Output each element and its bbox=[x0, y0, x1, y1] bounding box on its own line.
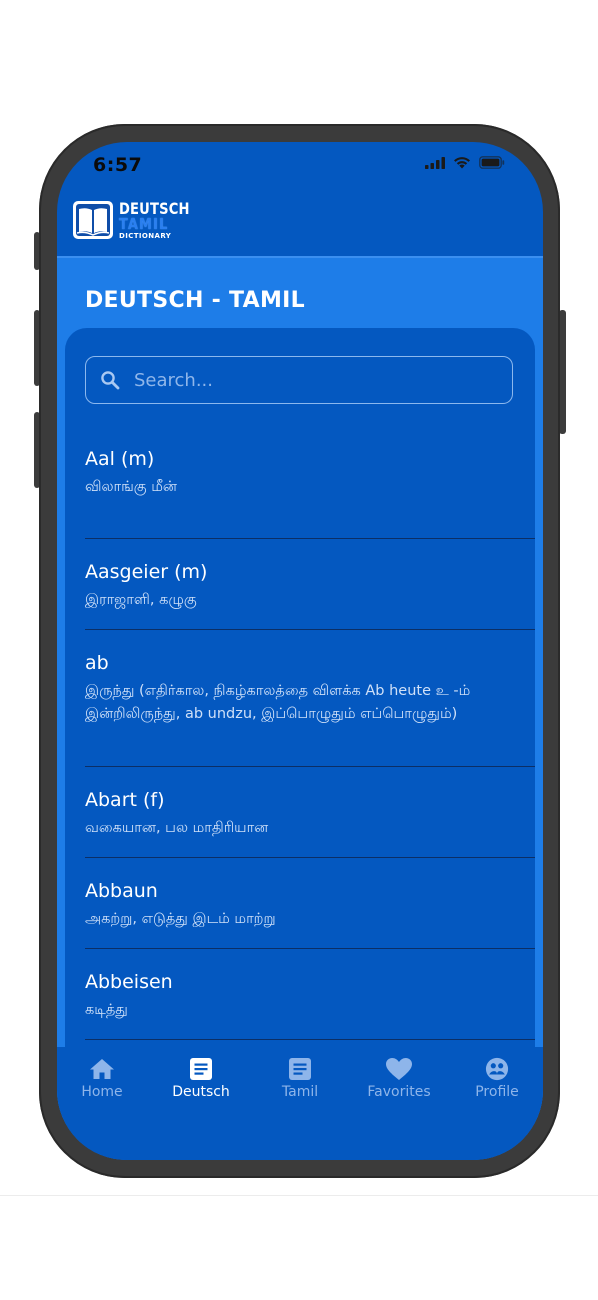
nav-profile[interactable]: Profile bbox=[452, 1057, 542, 1100]
page-background-bottom bbox=[0, 1195, 598, 1300]
search-input[interactable] bbox=[132, 368, 496, 392]
list-item[interactable]: Abbeisen கடித்து bbox=[85, 949, 535, 1040]
entry-word: Abbeisen bbox=[85, 971, 173, 993]
book-icon bbox=[73, 201, 113, 239]
nav-tamil[interactable]: Tamil bbox=[255, 1057, 345, 1100]
search-box[interactable] bbox=[85, 356, 513, 404]
page-title: DEUTSCH - TAMIL bbox=[85, 288, 305, 313]
power-button bbox=[559, 310, 566, 434]
nav-deutsch[interactable]: Deutsch bbox=[156, 1057, 246, 1100]
entry-word: Aasgeier (m) bbox=[85, 561, 208, 583]
entry-meaning: இருந்து (எதிர்கால, நிகழ்காலத்தை விளக்க A… bbox=[85, 683, 471, 722]
nav-home-label: Home bbox=[81, 1084, 123, 1100]
list-item[interactable]: Abart (f) வகையான, பல மாதிரியான bbox=[85, 767, 535, 858]
nav-profile-label: Profile bbox=[475, 1084, 519, 1100]
logo-text-tamil: TAMIL bbox=[119, 214, 169, 233]
page-divider bbox=[0, 1195, 598, 1196]
status-icons bbox=[425, 156, 505, 169]
logo-text-dictionary: DICTIONARY bbox=[119, 231, 172, 240]
entry-word: Aal (m) bbox=[85, 448, 155, 470]
battery-icon bbox=[479, 156, 505, 169]
cellular-signal-icon bbox=[425, 156, 445, 169]
entry-word: Abart (f) bbox=[85, 789, 165, 811]
list-item[interactable]: Abbaun அகற்று, எடுத்து இடம் மாற்று bbox=[85, 858, 535, 949]
list-item[interactable]: ab இருந்து (எதிர்கால, நிகழ்காலத்தை விளக்… bbox=[85, 630, 535, 767]
word-list: Aal (m) விலாங்கு மீன் Aasgeier (m) இராஜா… bbox=[85, 448, 535, 1040]
document-icon bbox=[289, 1058, 311, 1080]
dictionary-panel: Aal (m) விலாங்கு மீன் Aasgeier (m) இராஜா… bbox=[65, 328, 535, 1160]
heart-icon bbox=[386, 1058, 412, 1080]
phone-screen: 6:57 DEUTSCH TAMIL DICTIONARY DEUTSCH - … bbox=[57, 142, 543, 1160]
list-item[interactable]: Aasgeier (m) இராஜாளி, கழுகு bbox=[85, 539, 535, 630]
list-item[interactable]: Aal (m) விலாங்கு மீன் bbox=[85, 448, 535, 539]
entry-meaning: விலாங்கு மீன் bbox=[85, 479, 177, 495]
entry-meaning: வகையான, பல மாதிரியான bbox=[85, 820, 269, 836]
nav-tamil-label: Tamil bbox=[281, 1084, 319, 1100]
wifi-icon bbox=[454, 157, 470, 169]
nav-deutsch-label: Deutsch bbox=[172, 1084, 230, 1100]
status-time: 6:57 bbox=[93, 154, 143, 176]
entry-meaning: இராஜாளி, கழுகு bbox=[85, 592, 197, 608]
document-icon bbox=[190, 1058, 212, 1080]
nav-favorites[interactable]: Favorites bbox=[354, 1057, 444, 1100]
search-icon bbox=[101, 371, 120, 390]
entry-word: ab bbox=[85, 652, 109, 674]
entry-meaning: அகற்று, எடுத்து இடம் மாற்று bbox=[85, 911, 276, 927]
bottom-navigation: Home Deutsch Tamil Favorites Profile bbox=[57, 1047, 543, 1160]
profile-icon bbox=[485, 1057, 509, 1081]
home-icon bbox=[90, 1059, 114, 1079]
entry-meaning: கடித்து bbox=[85, 1002, 128, 1018]
nav-home[interactable]: Home bbox=[57, 1057, 147, 1100]
entry-word: Abbaun bbox=[85, 880, 158, 902]
app-logo: DEUTSCH TAMIL DICTIONARY bbox=[72, 200, 205, 240]
nav-favorites-label: Favorites bbox=[367, 1084, 431, 1100]
